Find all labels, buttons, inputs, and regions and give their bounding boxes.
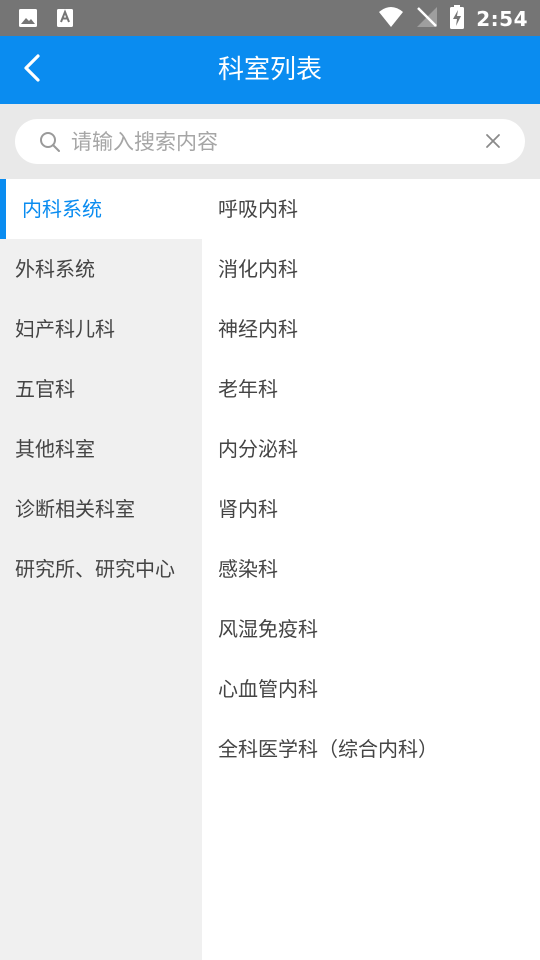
search-area bbox=[0, 104, 540, 179]
search-input[interactable] bbox=[69, 128, 469, 155]
app-header: 科室列表 bbox=[0, 36, 540, 104]
image-icon bbox=[18, 8, 38, 32]
status-time: 2:54 bbox=[476, 7, 528, 31]
status-left-icons bbox=[18, 8, 74, 32]
category-item[interactable]: 研究所、研究中心 bbox=[0, 539, 202, 599]
category-sidebar: 内科系统 外科系统 妇产科儿科 五官科 其他科室 诊断相关科室 研究所、研究中心 bbox=[0, 179, 202, 960]
page-title: 科室列表 bbox=[217, 55, 322, 85]
search-box[interactable] bbox=[15, 119, 525, 164]
battery-charging-icon bbox=[450, 5, 465, 33]
department-item[interactable]: 内分泌科 bbox=[202, 419, 540, 479]
status-bar: 2:54 bbox=[0, 0, 540, 36]
department-item[interactable]: 老年科 bbox=[202, 359, 540, 419]
category-item[interactable]: 其他科室 bbox=[0, 419, 202, 479]
close-icon[interactable] bbox=[483, 131, 503, 151]
status-right-icons: 2:54 bbox=[378, 5, 528, 33]
search-icon bbox=[39, 131, 61, 153]
department-item[interactable]: 全科医学科（综合内科） bbox=[202, 719, 540, 779]
category-item[interactable]: 诊断相关科室 bbox=[0, 479, 202, 539]
department-list: 呼吸内科 消化内科 神经内科 老年科 内分泌科 肾内科 感染科 风湿免疫科 心血… bbox=[202, 179, 540, 960]
department-item[interactable]: 心血管内科 bbox=[202, 659, 540, 719]
wifi-icon bbox=[378, 6, 404, 32]
department-item[interactable]: 神经内科 bbox=[202, 299, 540, 359]
text-a-icon bbox=[56, 8, 74, 32]
department-item[interactable]: 呼吸内科 bbox=[202, 179, 540, 239]
category-item[interactable]: 妇产科儿科 bbox=[0, 299, 202, 359]
department-item[interactable]: 肾内科 bbox=[202, 479, 540, 539]
department-item[interactable]: 感染科 bbox=[202, 539, 540, 599]
category-item[interactable]: 内科系统 bbox=[0, 179, 202, 239]
category-item[interactable]: 五官科 bbox=[0, 359, 202, 419]
department-item[interactable]: 消化内科 bbox=[202, 239, 540, 299]
category-item[interactable]: 外科系统 bbox=[0, 239, 202, 299]
department-item[interactable]: 风湿免疫科 bbox=[202, 599, 540, 659]
no-signal-icon bbox=[416, 6, 438, 32]
